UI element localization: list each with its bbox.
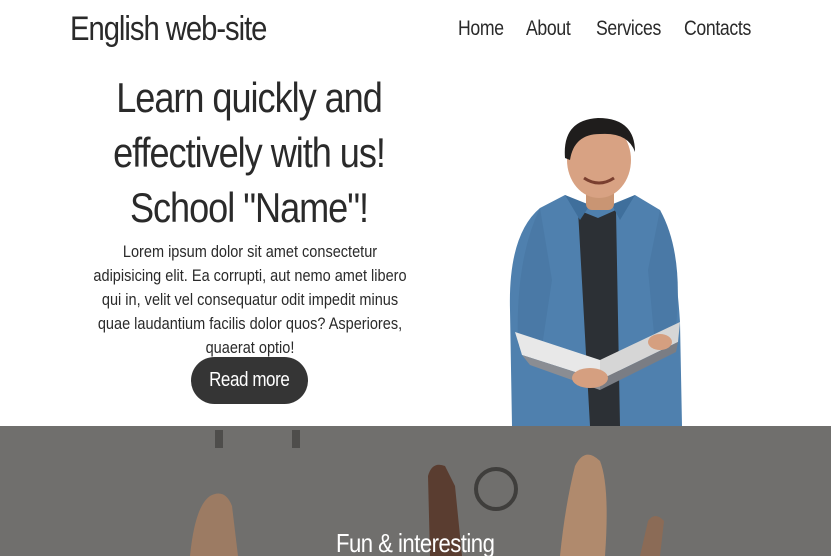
hero-title-line-1: Learn quickly and xyxy=(116,74,383,121)
hero-man-reading-image xyxy=(509,118,682,426)
banner-title-text: Fun & interesting xyxy=(336,528,495,556)
nav-about[interactable]: About xyxy=(526,17,571,41)
hero-title-line-2: effectively with us! xyxy=(113,129,386,176)
nav-contacts[interactable]: Contacts xyxy=(684,17,751,41)
nav-services[interactable]: Services xyxy=(596,17,661,41)
hero-title: Learn quickly and effectively with us! S… xyxy=(84,70,414,235)
read-more-label: Read more xyxy=(209,369,290,391)
hero-title-line-3: School "Name"! xyxy=(129,184,369,231)
banner-title: Fun & interesting xyxy=(0,528,831,556)
main-nav: Home About Services Contacts xyxy=(0,17,831,47)
nav-home[interactable]: Home xyxy=(458,17,504,41)
hero-description: Lorem ipsum dolor sit amet consectetur a… xyxy=(93,243,407,357)
features-banner: Fun & interesting xyxy=(0,426,831,556)
read-more-button[interactable]: Read more xyxy=(191,357,308,404)
